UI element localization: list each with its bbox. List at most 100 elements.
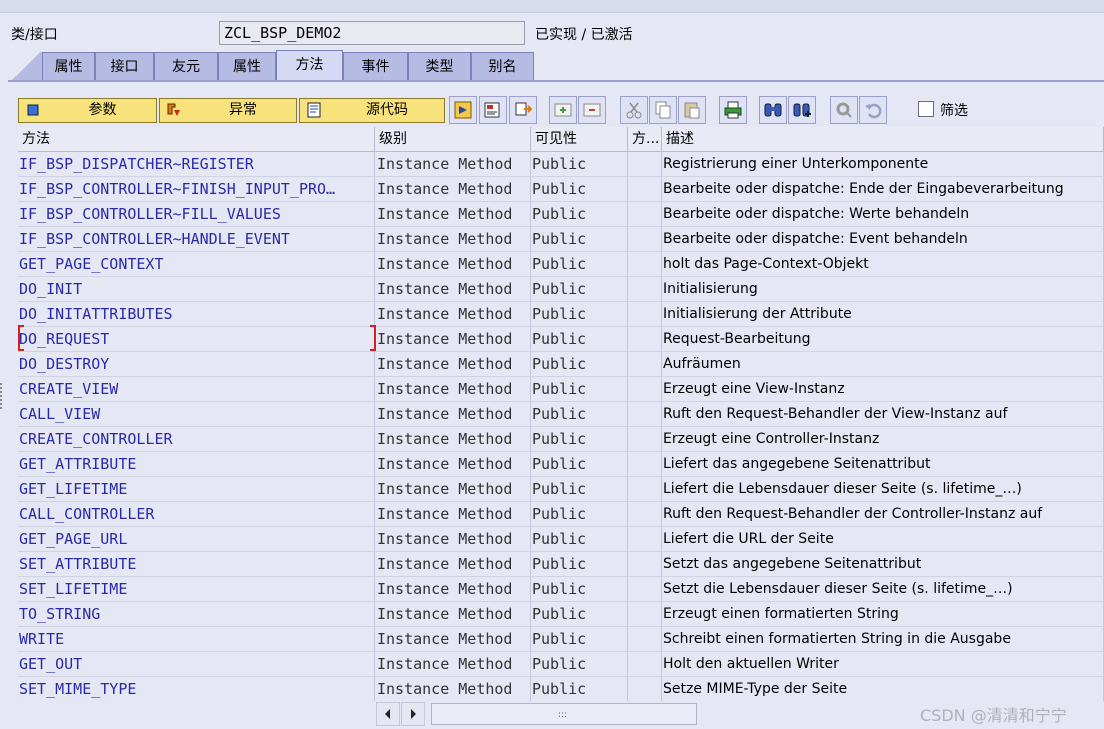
method-name-cell[interactable]: GET_OUT — [18, 652, 375, 677]
tab-methods[interactable]: 方法 — [276, 50, 343, 81]
table-row[interactable]: TO_STRING Instance Method Public Erzeugt ei… — [18, 602, 1104, 627]
visibility-cell[interactable]: Public — [531, 152, 628, 177]
method-name-cell[interactable]: SET_LIFETIME — [18, 577, 375, 602]
table-row[interactable]: GET_PAGE_CONTEXT Instance Method Public hol… — [18, 252, 1104, 277]
method-type-cell[interactable] — [628, 452, 662, 477]
level-cell[interactable]: Instance Method — [375, 602, 531, 627]
method-name-cell[interactable]: SET_ATTRIBUTE — [18, 552, 375, 577]
tab-interfaces[interactable]: 接口 — [95, 52, 154, 80]
description-cell[interactable]: Erzeugt einen formatierten String — [662, 602, 1104, 627]
method-type-cell[interactable] — [628, 302, 662, 327]
description-cell[interactable]: Bearbeite oder dispatche: Ende der Einga… — [662, 177, 1104, 202]
column-header-visibility[interactable]: 可见性 — [531, 127, 628, 152]
method-name-cell[interactable]: DO_DESTROY — [18, 352, 375, 377]
table-row[interactable]: GET_ATTRIBUTE Instance Method Public Liefer… — [18, 452, 1104, 477]
method-name-cell[interactable]: IF_BSP_DISPATCHER~REGISTER — [18, 152, 375, 177]
level-cell[interactable]: Instance Method — [375, 402, 531, 427]
description-cell[interactable]: Erzeugt eine Controller-Instanz — [662, 427, 1104, 452]
description-cell[interactable]: Setzt das angegebene Seitenattribut — [662, 552, 1104, 577]
method-type-cell[interactable] — [628, 402, 662, 427]
method-name-cell[interactable]: TO_STRING — [18, 602, 375, 627]
method-name-cell[interactable]: IF_BSP_CONTROLLER~FILL_VALUES — [18, 202, 375, 227]
description-cell[interactable]: Registrierung einer Unterkomponente — [662, 152, 1104, 177]
column-header-method-type[interactable]: 方... — [628, 127, 662, 152]
table-row[interactable]: GET_LIFETIME Instance Method Public Liefert… — [18, 477, 1104, 502]
description-cell[interactable]: Schreibt einen formatierten String in di… — [662, 627, 1104, 652]
method-name-cell[interactable]: DO_INIT — [18, 277, 375, 302]
level-cell[interactable]: Instance Method — [375, 452, 531, 477]
visibility-cell[interactable]: Public — [531, 277, 628, 302]
visibility-cell[interactable]: Public — [531, 327, 628, 352]
visibility-cell[interactable]: Public — [531, 452, 628, 477]
method-name-cell[interactable]: GET_PAGE_URL — [18, 527, 375, 552]
visibility-cell[interactable]: Public — [531, 527, 628, 552]
visibility-cell[interactable]: Public — [531, 627, 628, 652]
visibility-cell[interactable]: Public — [531, 552, 628, 577]
level-cell[interactable]: Instance Method — [375, 352, 531, 377]
class-name-field[interactable]: ZCL_BSP_DEMO2 — [219, 21, 525, 45]
method-type-cell[interactable] — [628, 652, 662, 677]
level-cell[interactable]: Instance Method — [375, 577, 531, 602]
visibility-cell[interactable]: Public — [531, 502, 628, 527]
level-cell[interactable]: Instance Method — [375, 302, 531, 327]
description-cell[interactable]: Aufräumen — [662, 352, 1104, 377]
table-row[interactable]: SET_MIME_TYPE Instance Method Public Setze … — [18, 677, 1104, 701]
scroll-left-button[interactable] — [376, 702, 400, 726]
redefine-button[interactable] — [509, 96, 537, 124]
level-cell[interactable]: Instance Method — [375, 627, 531, 652]
description-cell[interactable]: Liefert die URL der Seite — [662, 527, 1104, 552]
table-row[interactable]: CALL_CONTROLLER Instance Method Public Ruft… — [18, 502, 1104, 527]
description-cell[interactable]: holt das Page-Context-Objekt — [662, 252, 1104, 277]
level-cell[interactable]: Instance Method — [375, 327, 531, 352]
tab-events[interactable]: 事件 — [343, 52, 408, 80]
visibility-cell[interactable]: Public — [531, 377, 628, 402]
method-name-cell[interactable]: GET_PAGE_CONTEXT — [18, 252, 375, 277]
method-type-cell[interactable] — [628, 552, 662, 577]
tab-attributes-2[interactable]: 属性 — [218, 52, 276, 80]
table-row[interactable]: GET_PAGE_URL Instance Method Public Liefert… — [18, 527, 1104, 552]
copy-button[interactable] — [649, 96, 677, 124]
table-row[interactable]: GET_OUT Instance Method Public Holt den akt… — [18, 652, 1104, 677]
description-cell[interactable]: Liefert das angegebene Seitenattribut — [662, 452, 1104, 477]
method-name-cell[interactable]: CREATE_CONTROLLER — [18, 427, 375, 452]
tab-aliases[interactable]: 别名 — [471, 52, 534, 80]
description-cell[interactable]: Bearbeite oder dispatche: Werte behandel… — [662, 202, 1104, 227]
method-type-cell[interactable] — [628, 352, 662, 377]
table-row[interactable]: CALL_VIEW Instance Method Public Ruft den R… — [18, 402, 1104, 427]
level-cell[interactable]: Instance Method — [375, 227, 531, 252]
visibility-cell[interactable]: Public — [531, 352, 628, 377]
method-type-cell[interactable] — [628, 477, 662, 502]
visibility-cell[interactable]: Public — [531, 202, 628, 227]
find-next-button[interactable] — [788, 96, 816, 124]
visibility-cell[interactable]: Public — [531, 577, 628, 602]
visibility-cell[interactable]: Public — [531, 427, 628, 452]
level-cell[interactable]: Instance Method — [375, 152, 531, 177]
column-header-method[interactable]: 方法 — [18, 127, 375, 152]
tab-friends[interactable]: 友元 — [154, 52, 218, 80]
description-cell[interactable]: Ruft den Request-Behandler der View-Inst… — [662, 402, 1104, 427]
tab-attributes[interactable]: 属性 — [42, 52, 95, 80]
exceptions-button[interactable]: 异常 — [159, 98, 297, 123]
level-cell[interactable]: Instance Method — [375, 377, 531, 402]
table-row[interactable]: IF_BSP_CONTROLLER~HANDLE_EVENT Instance M… — [18, 227, 1104, 252]
insert-row-button[interactable] — [549, 96, 577, 124]
description-cell[interactable]: Ruft den Request-Behandler der Controlle… — [662, 502, 1104, 527]
parameters-button[interactable]: 参数 — [18, 98, 157, 123]
method-name-cell[interactable]: GET_LIFETIME — [18, 477, 375, 502]
level-cell[interactable]: Instance Method — [375, 277, 531, 302]
detail-view-button[interactable] — [479, 96, 507, 124]
visibility-cell[interactable]: Public — [531, 477, 628, 502]
method-name-cell[interactable]: DO_REQUEST — [18, 327, 375, 352]
table-row[interactable]: SET_LIFETIME Instance Method Public Setzt d… — [18, 577, 1104, 602]
method-name-cell[interactable]: CALL_CONTROLLER — [18, 502, 375, 527]
visibility-cell[interactable]: Public — [531, 402, 628, 427]
table-row[interactable]: IF_BSP_CONTROLLER~FINISH_INPUT_PRO… Insta… — [18, 177, 1104, 202]
method-type-cell[interactable] — [628, 627, 662, 652]
source-code-button[interactable]: 源代码 — [299, 98, 445, 123]
column-header-description[interactable]: 描述 — [662, 127, 1104, 152]
level-cell[interactable]: Instance Method — [375, 477, 531, 502]
table-row[interactable]: SET_ATTRIBUTE Instance Method Public Setzt … — [18, 552, 1104, 577]
visibility-cell[interactable]: Public — [531, 252, 628, 277]
description-cell[interactable]: Erzeugt eine View-Instanz — [662, 377, 1104, 402]
visibility-cell[interactable]: Public — [531, 602, 628, 627]
